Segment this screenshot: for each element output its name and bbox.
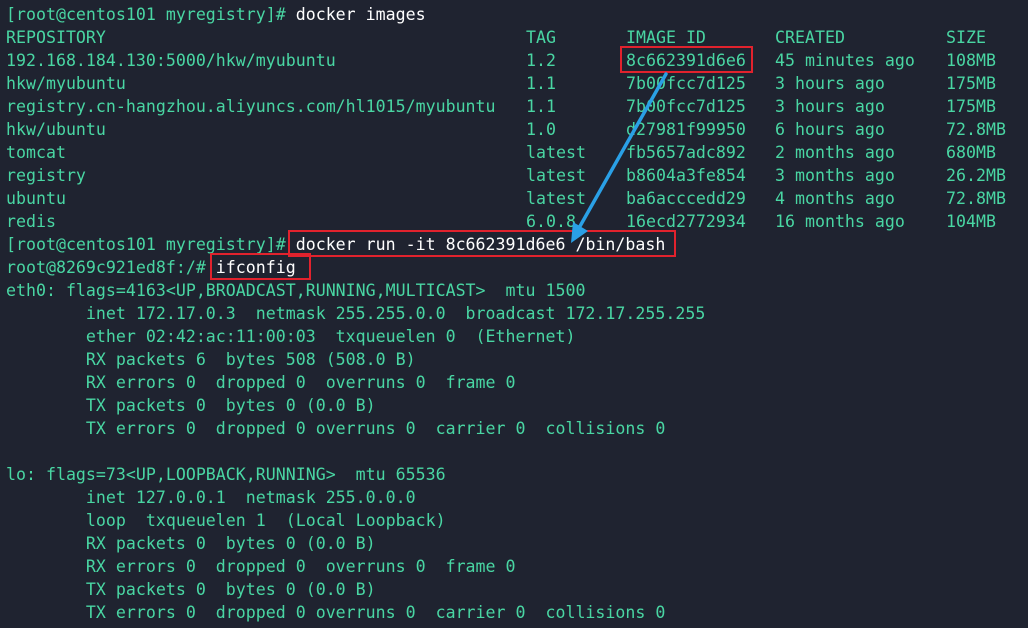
row-tag: 6.0.8 — [526, 212, 576, 231]
table-row: registry.cn-hangzhou.aliyuncs.com/hl1015… — [6, 95, 1024, 118]
table-row: tomcat latest fb5657adc892 2 months ago … — [6, 141, 1024, 164]
command-text: ifconfig — [205, 258, 296, 277]
row-created: 3 hours ago — [775, 97, 885, 116]
images-table-header: REPOSITORY TAG IMAGE ID CREATED SIZE — [6, 26, 1024, 49]
shell-prompt: root@8269c921ed8f:/# — [6, 258, 206, 277]
row-image-id: 7b00fcc7d125 — [626, 97, 746, 116]
row-created: 16 months ago — [775, 212, 905, 231]
row-created: 4 months ago — [775, 189, 895, 208]
ifconfig-output-line: RX errors 0 dropped 0 overruns 0 frame 0 — [6, 557, 516, 576]
header-image-id: IMAGE ID — [626, 28, 706, 47]
header-size: SIZE — [946, 28, 986, 47]
row-created: 3 months ago — [775, 166, 895, 185]
row-tag: latest — [526, 189, 586, 208]
row-size: 108MB — [946, 51, 996, 70]
table-row: hkw/ubuntu 1.0 d27981f99950 6 hours ago … — [6, 118, 1024, 141]
ifconfig-output-line: eth0: flags=4163<UP,BROADCAST,RUNNING,MU… — [6, 281, 586, 300]
ifconfig-output-line: inet 127.0.0.1 netmask 255.0.0.0 — [6, 488, 416, 507]
row-image-id: 8c662391d6e6 — [626, 51, 746, 70]
row-tag: 1.2 — [526, 51, 556, 70]
command-line-docker-run: [root@centos101 myregistry]# docker run … — [6, 233, 1024, 256]
ifconfig-output-line: TX errors 0 dropped 0 overruns 0 carrier… — [6, 419, 666, 438]
row-created: 6 hours ago — [775, 120, 885, 139]
command-line-docker-images: [root@centos101 myregistry]# docker imag… — [6, 3, 1024, 26]
header-created: CREATED — [775, 28, 845, 47]
ifconfig-output-line: inet 172.17.0.3 netmask 255.255.0.0 broa… — [6, 304, 706, 323]
ifconfig-output-line: RX errors 0 dropped 0 overruns 0 frame 0 — [6, 373, 516, 392]
row-image-id: fb5657adc892 — [626, 143, 746, 162]
ifconfig-output-line: RX packets 6 bytes 508 (508.0 B) — [6, 350, 416, 369]
ifconfig-output-line: TX packets 0 bytes 0 (0.0 B) — [6, 396, 376, 415]
ifconfig-output-line: loop txqueuelen 1 (Local Loopback) — [6, 511, 446, 530]
row-repository: registry.cn-hangzhou.aliyuncs.com/hl1015… — [6, 97, 496, 116]
shell-prompt: [root@centos101 myregistry]# — [6, 5, 286, 24]
row-repository: 192.168.184.130:5000/hkw/myubuntu — [6, 51, 336, 70]
ifconfig-output-line: RX packets 0 bytes 0 (0.0 B) — [6, 534, 376, 553]
row-tag: 1.1 — [526, 97, 556, 116]
row-size: 680MB — [946, 143, 996, 162]
row-tag: 1.0 — [526, 120, 556, 139]
row-created: 2 months ago — [775, 143, 895, 162]
ifconfig-output-line: TX errors 0 dropped 0 overruns 0 carrier… — [6, 603, 666, 622]
table-row: redis 6.0.8 16ecd2772934 16 months ago 1… — [6, 210, 1024, 233]
row-repository: registry — [6, 166, 86, 185]
row-repository: hkw/myubuntu — [6, 74, 126, 93]
row-repository: tomcat — [6, 143, 66, 162]
row-repository: ubuntu — [6, 189, 66, 208]
row-repository: redis — [6, 212, 56, 231]
row-image-id: ba6acccedd29 — [626, 189, 746, 208]
row-image-id: 7b00fcc7d125 — [626, 74, 746, 93]
row-size: 104MB — [946, 212, 996, 231]
row-tag: 1.1 — [526, 74, 556, 93]
command-text: docker images — [285, 5, 426, 24]
ifconfig-output-line: lo: flags=73<UP,LOOPBACK,RUNNING> mtu 65… — [6, 465, 446, 484]
table-row: registry latest b8604a3fe854 3 months ag… — [6, 164, 1024, 187]
table-row: ubuntu latest ba6acccedd29 4 months ago … — [6, 187, 1024, 210]
row-size: 72.8MB — [946, 189, 1006, 208]
row-size: 175MB — [946, 74, 996, 93]
row-image-id: b8604a3fe854 — [626, 166, 746, 185]
table-row: 192.168.184.130:5000/hkw/myubuntu 1.2 8c… — [6, 49, 1024, 72]
header-repository: REPOSITORY — [6, 28, 106, 47]
row-size: 175MB — [946, 97, 996, 116]
row-tag: latest — [526, 166, 586, 185]
table-row: hkw/myubuntu 1.1 7b00fcc7d125 3 hours ag… — [6, 72, 1024, 95]
row-size: 26.2MB — [946, 166, 1006, 185]
row-created: 3 hours ago — [775, 74, 885, 93]
terminal-output[interactable]: [root@centos101 myregistry]# docker imag… — [6, 3, 1024, 624]
ifconfig-output-line: TX packets 0 bytes 0 (0.0 B) — [6, 580, 376, 599]
ifconfig-output-line: ether 02:42:ac:11:00:03 txqueuelen 0 (Et… — [6, 327, 576, 346]
command-line-ifconfig: root@8269c921ed8f:/# ifconfig — [6, 256, 1024, 279]
row-image-id: 16ecd2772934 — [626, 212, 746, 231]
shell-prompt: [root@centos101 myregistry]# — [6, 235, 286, 254]
header-tag: TAG — [526, 28, 556, 47]
row-image-id: d27981f99950 — [626, 120, 746, 139]
row-tag: latest — [526, 143, 586, 162]
row-repository: hkw/ubuntu — [6, 120, 106, 139]
row-size: 72.8MB — [946, 120, 1006, 139]
command-text: docker run -it 8c662391d6e6 /bin/bash — [285, 235, 666, 254]
row-created: 45 minutes ago — [775, 51, 915, 70]
